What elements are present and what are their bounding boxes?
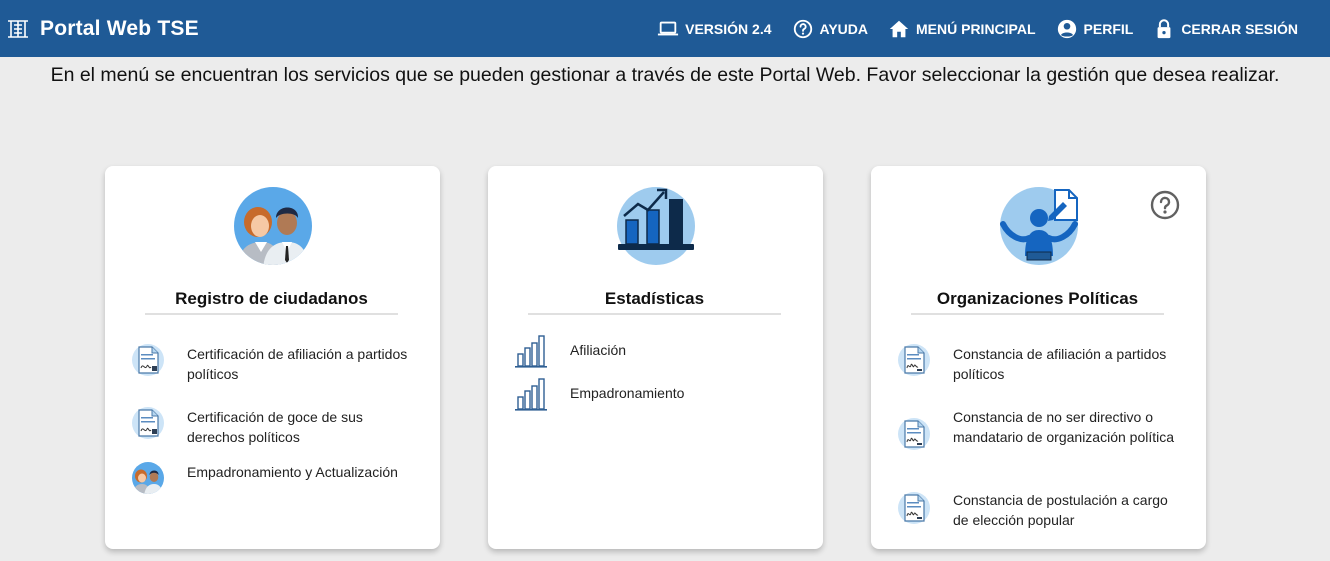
brand[interactable]: Portal Web TSE — [6, 17, 199, 41]
list-item-empadronamiento-actualizacion[interactable]: Empadronamiento y Actualización — [131, 461, 420, 495]
card-estadisticas: Estadísticas Afiliación Empadronamiento — [488, 166, 823, 549]
help-circle-icon[interactable] — [1150, 190, 1180, 220]
list-item-constancia-afiliacion[interactable]: Constancia de afiliación a partidos polí… — [897, 343, 1186, 384]
list-item-label: Certificación de afiliación a partidos p… — [187, 346, 408, 382]
bar-chart-growth-icon — [616, 187, 695, 265]
constancia-document-icon — [898, 492, 930, 524]
tse-logo-icon — [8, 19, 28, 38]
divider — [911, 313, 1164, 315]
list-item-certificacion-afiliacion[interactable]: Certificación de afiliación a partidos p… — [131, 343, 420, 384]
divider — [145, 313, 398, 315]
list-item-label: Empadronamiento — [570, 385, 685, 401]
nav-profile-label: PERFIL — [1083, 20, 1134, 37]
laptop-icon — [658, 21, 679, 35]
top-nav: VERSIÓN 2.4 AYUDA MENÚ PRINCIPAL PERFIL — [637, 18, 1298, 40]
nav-help[interactable]: AYUDA — [792, 18, 869, 40]
nav-main-menu[interactable]: MENÚ PRINCIPAL — [888, 18, 1036, 40]
list-item-label: Constancia de postulación a cargo de ele… — [953, 492, 1168, 528]
bar-chart-icon — [515, 335, 547, 368]
political-organization-icon — [999, 187, 1078, 265]
certificate-document-icon — [132, 344, 164, 376]
card-registro-ciudadanos: Registro de ciudadanos Certificación de … — [105, 166, 440, 549]
card-organizaciones-politicas: Organizaciones Políticas Constancia de a… — [871, 166, 1206, 549]
bar-chart-icon — [515, 378, 547, 411]
nav-help-label: AYUDA — [819, 20, 869, 37]
list-item-label: Certificación de goce de sus derechos po… — [187, 409, 363, 445]
list-item-empadronamiento[interactable]: Empadronamiento — [514, 377, 803, 411]
nav-profile[interactable]: PERFIL — [1056, 18, 1134, 40]
list-item-constancia-no-directivo[interactable]: Constancia de no ser directivo o mandata… — [897, 406, 1186, 451]
list-item-certificacion-goce[interactable]: Certificación de goce de sus derechos po… — [131, 406, 420, 447]
top-app-bar: Portal Web TSE VERSIÓN 2.4 AYUDA MENÚ PR… — [0, 0, 1330, 57]
nav-logout-label: CERRAR SESIÓN — [1181, 20, 1298, 37]
card-title: Estadísticas — [604, 289, 705, 308]
app-title: Portal Web TSE — [40, 16, 199, 40]
lock-icon — [1157, 18, 1171, 38]
constancia-document-icon — [898, 344, 930, 376]
list-item-label: Constancia de afiliación a partidos polí… — [953, 346, 1167, 382]
list-item-label: Afiliación — [570, 342, 627, 358]
home-icon — [889, 20, 909, 37]
citizens-icon — [132, 462, 164, 494]
card-title: Registro de ciudadanos — [175, 289, 368, 308]
divider — [528, 313, 781, 315]
nav-logout[interactable]: CERRAR SESIÓN — [1153, 18, 1298, 40]
nav-main-menu-label: MENÚ PRINCIPAL — [916, 20, 1036, 37]
list-item-constancia-postulacion[interactable]: Constancia de postulación a cargo de ele… — [897, 489, 1186, 530]
certificate-document-icon — [132, 407, 164, 439]
list-item-label: Constancia de no ser directivo o mandata… — [953, 409, 1175, 445]
intro-text: En el menú se encuentran los servicios q… — [50, 64, 1280, 86]
help-circle-icon — [793, 19, 812, 38]
account-circle-icon — [1057, 19, 1076, 38]
constancia-document-icon — [898, 418, 930, 450]
card-title: Organizaciones Políticas — [936, 289, 1139, 308]
list-item-label: Empadronamiento y Actualización — [187, 464, 398, 480]
nav-version-label: VERSIÓN 2.4 — [685, 20, 772, 37]
list-item-afiliacion[interactable]: Afiliación — [514, 334, 803, 368]
citizens-icon — [233, 187, 312, 265]
nav-version[interactable]: VERSIÓN 2.4 — [657, 18, 772, 40]
